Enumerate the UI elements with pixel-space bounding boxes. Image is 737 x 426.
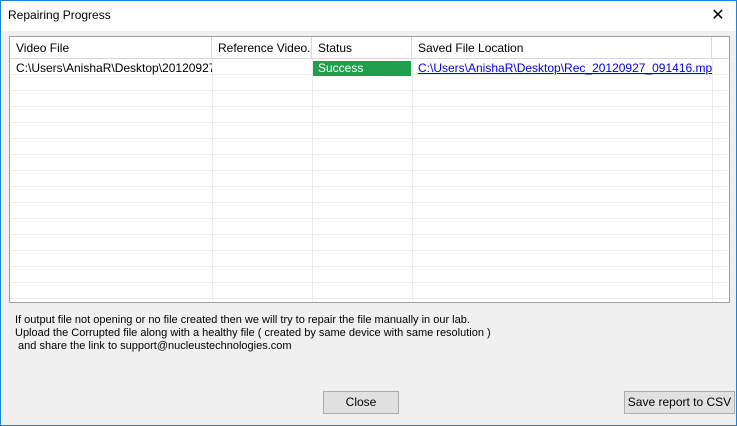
info-text: If output file not opening or no file cr… xyxy=(15,314,491,353)
grid-line xyxy=(10,267,729,283)
grid-line xyxy=(10,187,729,203)
info-line: and share the link to support@nucleustec… xyxy=(15,340,292,352)
grid-line xyxy=(10,139,729,155)
status-badge: Success xyxy=(313,61,411,76)
column-header-status[interactable]: Status xyxy=(312,37,412,59)
column-header-saved-location[interactable]: Saved File Location xyxy=(412,37,712,59)
grid-line xyxy=(10,75,729,91)
cell-video-file[interactable]: C:\Users\AnishaR\Desktop\20120927... xyxy=(10,61,212,76)
grid-line xyxy=(10,283,729,299)
window-title: Repairing Progress xyxy=(8,8,111,22)
repairing-progress-dialog: Repairing Progress ✕ Video File Referenc… xyxy=(0,0,737,426)
grid-line xyxy=(10,251,729,267)
save-report-csv-button[interactable]: Save report to CSV xyxy=(624,391,735,414)
grid-line xyxy=(10,235,729,251)
cell-reference-video[interactable] xyxy=(212,61,312,76)
info-line: If output file not opening or no file cr… xyxy=(15,314,470,326)
grid-line xyxy=(312,59,313,302)
grid-line xyxy=(412,59,413,302)
grid-line xyxy=(10,155,729,171)
results-grid[interactable]: Video File Reference Video... Status Sav… xyxy=(9,36,730,303)
grid-line xyxy=(212,59,213,302)
close-button[interactable]: Close xyxy=(323,391,399,414)
column-header-filler xyxy=(712,37,729,59)
column-header-video-file[interactable]: Video File xyxy=(10,37,212,59)
title-bar: Repairing Progress ✕ xyxy=(1,1,736,31)
column-header-reference-video[interactable]: Reference Video... xyxy=(212,37,312,59)
info-line: Upload the Corrupted file along with a h… xyxy=(15,327,491,339)
grid-line xyxy=(10,203,729,219)
grid-line xyxy=(712,59,713,302)
grid-line xyxy=(10,107,729,123)
grid-line xyxy=(10,219,729,235)
close-icon[interactable]: ✕ xyxy=(706,4,730,28)
saved-file-link[interactable]: C:\Users\AnishaR\Desktop\Rec_20120927_09… xyxy=(412,61,712,76)
grid-line xyxy=(10,91,729,107)
grid-line xyxy=(10,123,729,139)
grid-header: Video File Reference Video... Status Sav… xyxy=(10,37,729,59)
grid-line xyxy=(10,171,729,187)
